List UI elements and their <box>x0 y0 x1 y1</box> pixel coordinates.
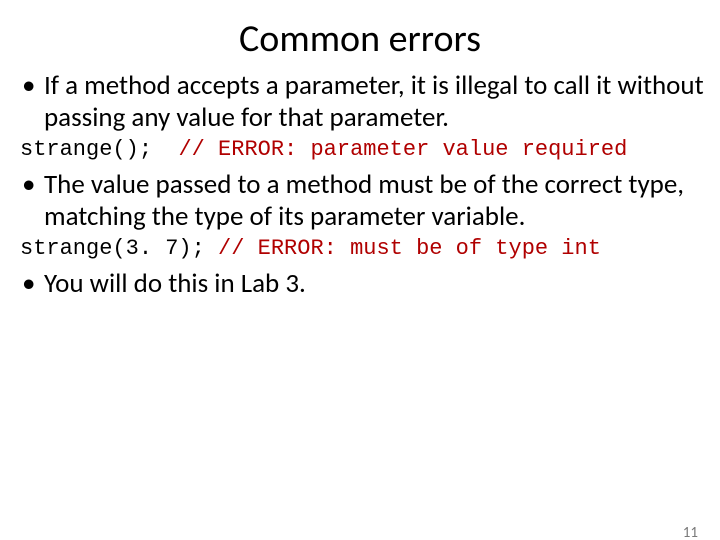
bullet-list: You will do this in Lab 3. <box>18 268 708 300</box>
slide-title: Common errors <box>0 16 720 62</box>
code-call-1: strange(); <box>20 137 178 162</box>
slide: Common errors If a method accepts a para… <box>0 16 720 540</box>
code-error-1: // ERROR: parameter value required <box>178 137 627 162</box>
bullet-2: The value passed to a method must be of … <box>18 169 708 233</box>
bullet-list: The value passed to a method must be of … <box>18 169 708 233</box>
code-line-1: strange(); // ERROR: parameter value req… <box>18 136 708 164</box>
code-line-2: strange(3. 7); // ERROR: must be of type… <box>18 235 708 263</box>
code-call-2: strange(3. 7); <box>20 236 218 261</box>
bullet-list: If a method accepts a parameter, it is i… <box>18 70 708 134</box>
bullet-1: If a method accepts a parameter, it is i… <box>18 70 708 134</box>
page-number: 11 <box>683 524 698 540</box>
bullet-3: You will do this in Lab 3. <box>18 268 708 300</box>
code-error-2: // ERROR: must be of type int <box>218 236 601 261</box>
slide-content: If a method accepts a parameter, it is i… <box>0 70 720 300</box>
